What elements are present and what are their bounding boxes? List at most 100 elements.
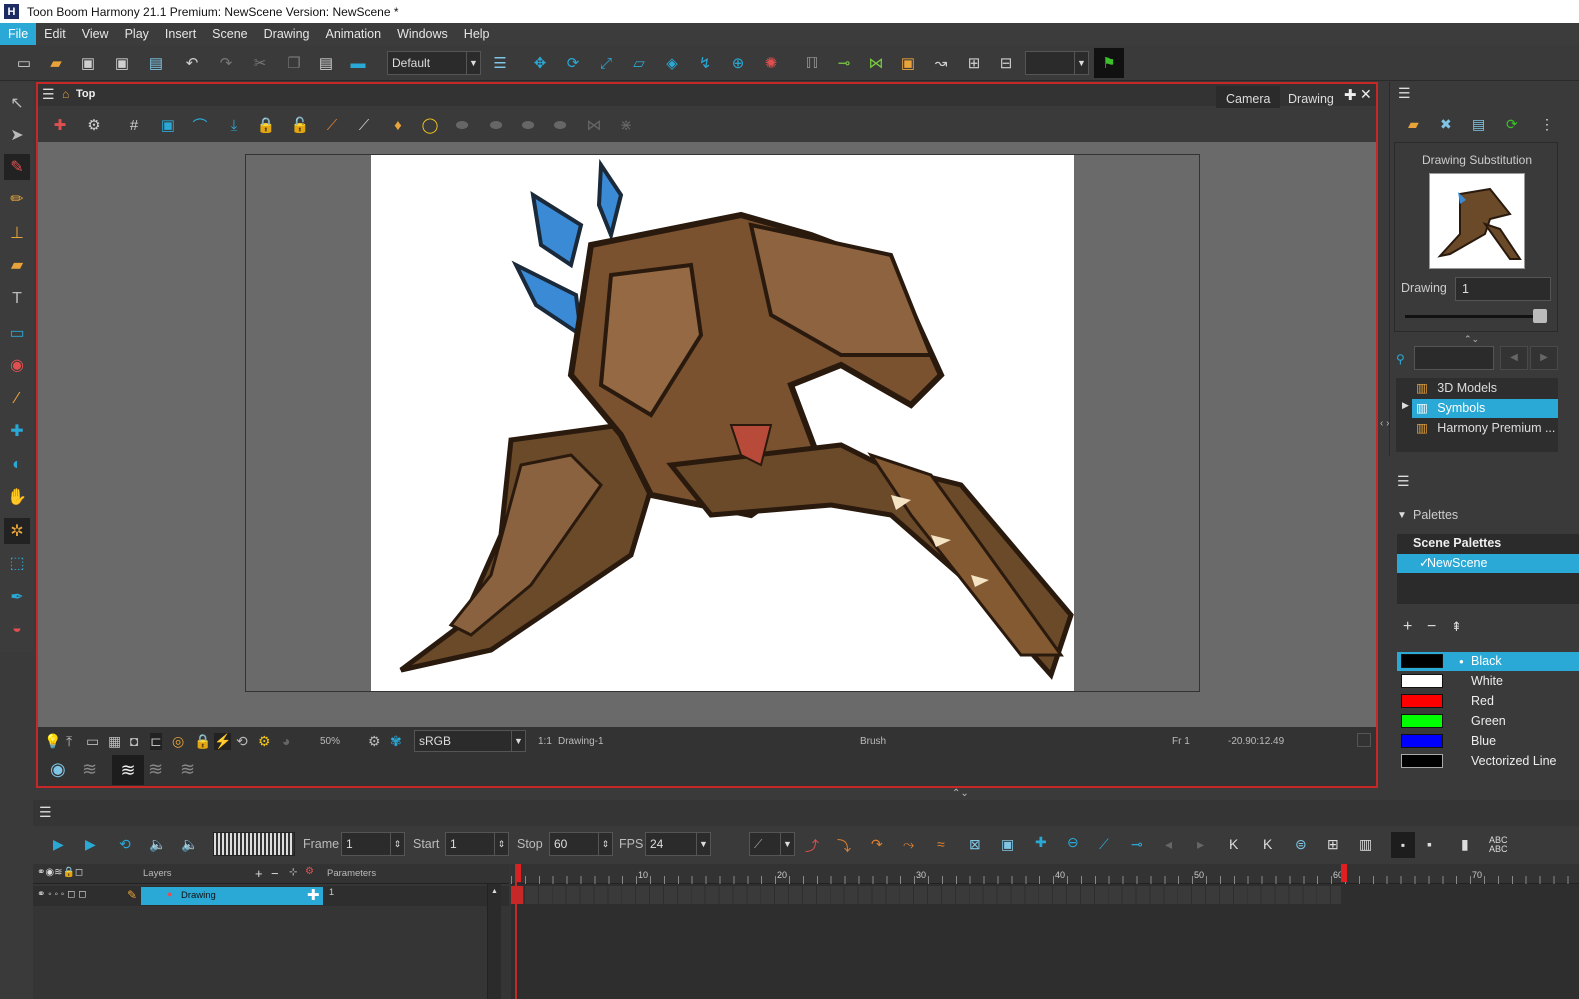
frame-ruler[interactable]: 10 20 30 40 50 60 70 [511, 864, 1579, 884]
layer-visibility-icons[interactable]: ⚭◉≋🔒◻ [37, 867, 83, 878]
keyframe-minus-icon[interactable]: K [1263, 836, 1272, 852]
smooth-editor-icon[interactable]: ◒ [4, 616, 30, 642]
frames-grid[interactable]: 10 20 30 40 50 60 70 [511, 864, 1579, 999]
remove-keyframe-icon[interactable]: ⊖ [1067, 834, 1079, 851]
next-icon[interactable]: ▶ [1530, 346, 1558, 370]
sound-scrub-icon[interactable]: 🔈 [181, 836, 198, 853]
table-icon[interactable]: ▦ [108, 733, 121, 750]
tree-item-harmony-premium[interactable]: ▥ Harmony Premium ... [1416, 419, 1558, 438]
layer-stack-icon[interactable]: ≋ [82, 759, 97, 780]
mirror-icon[interactable]: ◯ [418, 113, 442, 137]
onion-skin-icon[interactable]: ⌒ [188, 113, 212, 137]
stop-field[interactable]: 60 ⇕ [549, 832, 613, 856]
grid-icon[interactable]: # [122, 113, 146, 137]
preview-icon[interactable]: ◕ [282, 733, 290, 749]
maintain-size-icon[interactable]: ◈ [660, 51, 684, 75]
stamp-icon[interactable]: ⊥ [4, 220, 30, 246]
refresh-icon[interactable]: ⟳ [1506, 116, 1518, 133]
substitution-slider-handle[interactable] [1533, 309, 1547, 323]
drawing-canvas[interactable] [371, 155, 1074, 691]
color-swatch-blue[interactable]: Blue [1397, 732, 1579, 751]
new-scene-icon[interactable]: ▭ [12, 51, 36, 75]
inverse-kinematics-icon[interactable]: ℿ [800, 51, 824, 75]
substitution-thumbnail[interactable] [1429, 173, 1525, 269]
prev-icon[interactable]: ◀ [1500, 346, 1528, 370]
lock-icon[interactable]: 🔒 [194, 733, 211, 750]
deform-select[interactable]: ▼ [1025, 51, 1089, 75]
color-swatch-white[interactable]: White [1397, 672, 1579, 691]
menu-drawing[interactable]: Drawing [256, 23, 318, 45]
next-keyframe-icon[interactable]: ▸ [1197, 836, 1204, 853]
playback-speed-slider[interactable] [213, 832, 295, 856]
gear-icon[interactable]: ⚙ [368, 733, 381, 750]
view-checkbox[interactable] [1357, 733, 1371, 747]
tree-item-symbols[interactable]: ▥ Symbols [1412, 399, 1558, 418]
open-folder-icon[interactable]: ▰ [1408, 116, 1419, 133]
onion-icon[interactable]: ◎ [172, 733, 184, 750]
close-icon[interactable]: ✕ [1360, 86, 1372, 103]
pan-icon[interactable]: ⬬ [450, 113, 474, 137]
menu-view[interactable]: View [74, 23, 117, 45]
pencil-icon[interactable]: ✏ [4, 186, 30, 212]
workspace-manager-icon[interactable]: ☰ [488, 51, 512, 75]
stepper-icon[interactable]: ⇕ [598, 833, 612, 855]
collapse-arrows-icon[interactable]: ⌃⌄ [952, 788, 969, 799]
pencil-icon[interactable]: ✎ [127, 888, 137, 902]
redo-icon[interactable]: ↷ [214, 51, 238, 75]
clear-exposure-icon[interactable]: ⊠ [969, 836, 981, 853]
menu-play[interactable]: Play [117, 23, 157, 45]
menu-icon[interactable]: ☰ [1398, 85, 1411, 102]
morph-icon[interactable]: ✺ [759, 51, 783, 75]
frame-row-drawing[interactable] [511, 886, 1341, 904]
layer-tools-icon[interactable]: ⚙ [305, 866, 314, 877]
ease-out-icon[interactable]: ⤵ [837, 836, 851, 856]
safe-area-icon[interactable]: ▣ [156, 113, 180, 137]
stepper-icon[interactable]: ⇕ [390, 833, 404, 855]
rotate-icon[interactable]: ⟳ [561, 51, 585, 75]
menu-icon[interactable]: ☰ [1397, 473, 1410, 490]
zoom-level[interactable]: 50% [320, 736, 340, 747]
settings-icon[interactable]: ⚙ [82, 113, 106, 137]
chevron-down-icon[interactable]: ▼ [1397, 510, 1407, 521]
chevron-right-icon[interactable]: ▶ [1402, 400, 1409, 411]
loop-icon[interactable]: ⟲ [119, 836, 131, 853]
deform-chain-icon[interactable]: ⊞ [962, 51, 986, 75]
layers-mode-icon[interactable]: ≋ [112, 755, 144, 785]
ease-in-icon[interactable]: ⤴ [805, 836, 819, 856]
menu-file[interactable]: File [0, 23, 37, 45]
color-swatch-black[interactable]: ● Black [1397, 652, 1579, 671]
motion-keyframe-icon[interactable]: ⟋ [1099, 836, 1109, 853]
open-icon[interactable]: ▰ [44, 51, 68, 75]
rectangle-large-icon[interactable]: ▮ [1461, 836, 1469, 853]
menu-help[interactable]: Help [456, 23, 498, 45]
stack-icon[interactable]: ⬬ [516, 113, 540, 137]
animate-icon[interactable]: ✲ [4, 518, 30, 544]
stop-motion-icon[interactable]: ≈ [937, 836, 945, 852]
text-icon[interactable]: T [4, 286, 30, 312]
add-view-icon[interactable]: ✚ [1344, 86, 1357, 104]
pivot-icon[interactable]: ✚ [4, 418, 30, 444]
cut-icon[interactable]: ✂ [248, 51, 272, 75]
add-keyframe-icon[interactable]: ✚ [1035, 834, 1047, 851]
rectangle-icon[interactable]: ▭ [4, 320, 30, 346]
scale-icon[interactable]: ⤢ [594, 51, 618, 75]
layer-row-icons[interactable]: ⚭ ◦ ◦ ◦ ◻ ◻ [37, 889, 87, 900]
reset-rotation-icon[interactable]: ⟲ [236, 733, 248, 750]
bolt-icon[interactable]: ⚡ [214, 733, 232, 750]
scroll-up-icon[interactable]: ▲ [491, 888, 498, 895]
paste-icon[interactable]: ▤ [314, 51, 338, 75]
colorspace-select[interactable]: sRGB ▼ [414, 730, 526, 752]
prev-keyframe-icon[interactable]: ◂ [1165, 836, 1172, 853]
set-ease-icon[interactable]: ⤳ [903, 836, 914, 853]
camera-view-icon[interactable]: ▪ [1391, 832, 1415, 858]
extend-exposure-icon[interactable]: ⊞ [1327, 836, 1339, 853]
menu-icon[interactable]: ☰ [42, 86, 55, 103]
dropper-icon[interactable]: ⁄ [4, 386, 30, 412]
lock-icon[interactable]: 🔒 [254, 113, 278, 137]
menu-scene[interactable]: Scene [204, 23, 255, 45]
brush-icon[interactable]: ✎ [4, 154, 30, 180]
frame-field[interactable]: 1 ⇕ [341, 832, 405, 856]
layers-u-icon[interactable]: ≋ [180, 759, 195, 780]
lock-all-icon[interactable]: 🔓 [288, 113, 312, 137]
play-selection-icon[interactable]: ▶ [85, 836, 96, 853]
